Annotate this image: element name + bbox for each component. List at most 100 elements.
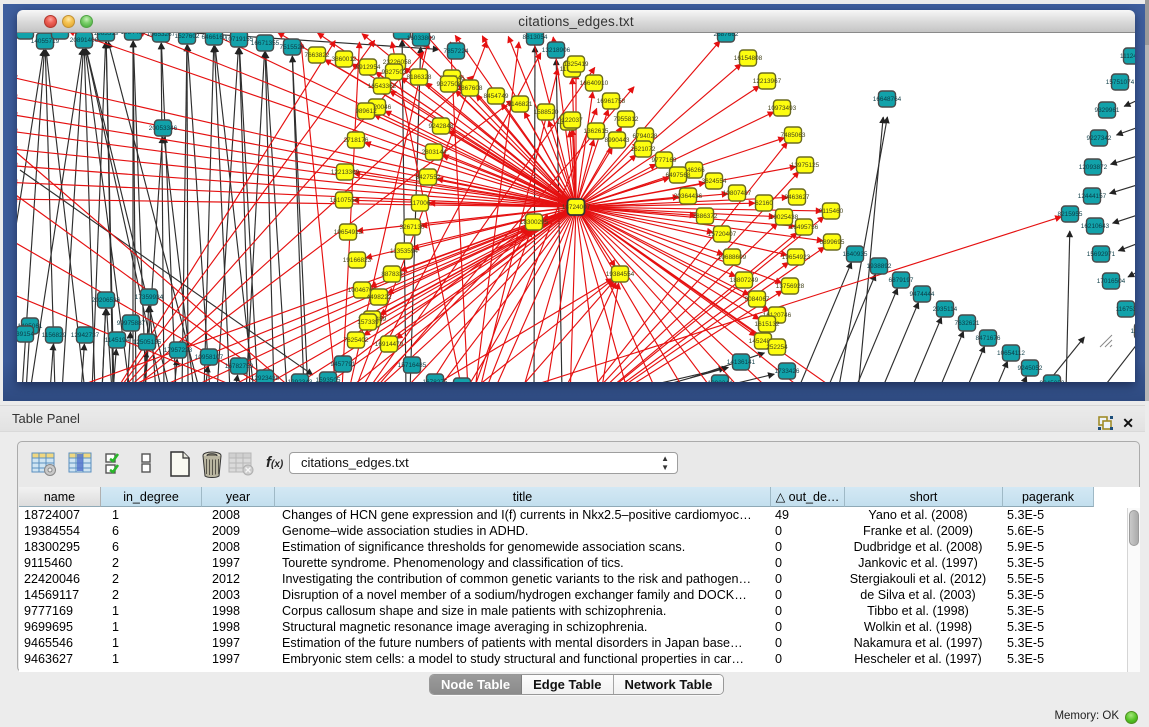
svg-text:252254: 252254 (766, 344, 788, 351)
svg-text:13756928: 13756928 (776, 283, 805, 290)
svg-text:1938892: 1938892 (867, 263, 892, 270)
svg-text:18724007: 18724007 (562, 204, 591, 211)
svg-text:16671355: 16671355 (251, 40, 280, 47)
svg-text:9777169: 9777169 (652, 157, 677, 164)
svg-text:11353594: 11353594 (390, 248, 418, 255)
svg-text:6899695: 6899695 (820, 239, 845, 246)
svg-text:10688609: 10688609 (718, 254, 747, 261)
svg-text:6794028: 6794028 (633, 133, 658, 140)
svg-text:9457791: 9457791 (331, 361, 356, 368)
svg-text:989612: 989612 (355, 108, 377, 115)
svg-text:9115460: 9115460 (819, 208, 844, 215)
svg-text:2687662: 2687662 (714, 33, 739, 38)
svg-text:12093872: 12093872 (1079, 164, 1108, 171)
svg-text:2718176: 2718176 (344, 137, 369, 144)
svg-text:8427552: 8427552 (416, 174, 441, 181)
svg-text:6879197: 6879197 (889, 277, 914, 284)
svg-text:1362615: 1362615 (584, 128, 609, 135)
svg-text:20891406: 20891406 (70, 37, 99, 44)
svg-text:1527602: 1527602 (175, 33, 200, 40)
svg-text:1733426: 1733426 (775, 368, 800, 375)
svg-text:39154: 39154 (17, 331, 34, 338)
svg-text:1156829: 1156829 (42, 332, 67, 339)
svg-text:9327503: 9327503 (382, 69, 407, 76)
svg-text:12505135: 12505135 (133, 339, 162, 346)
svg-text:16107554: 16107554 (330, 197, 359, 204)
svg-text:3860012: 3860012 (332, 56, 357, 63)
svg-text:8813054: 8813054 (523, 34, 548, 41)
svg-text:7663822: 7663822 (305, 52, 330, 59)
svg-text:8454749: 8454749 (484, 93, 509, 100)
svg-text:7857224: 7857224 (444, 48, 469, 55)
svg-text:15716485: 15716485 (398, 362, 427, 369)
svg-text:10807487: 10807487 (723, 190, 752, 197)
svg-text:157339: 157339 (357, 319, 379, 326)
svg-text:7886372: 7886372 (693, 213, 718, 220)
svg-text:117006: 117006 (410, 200, 431, 207)
svg-text:1615132: 1615132 (755, 321, 780, 328)
svg-text:10025438: 10025438 (770, 214, 799, 221)
svg-text:7955812: 7955812 (614, 116, 639, 123)
svg-text:1292344: 1292344 (708, 380, 733, 382)
svg-text:9245053: 9245053 (1040, 380, 1065, 382)
svg-text:18807249: 18807249 (730, 277, 759, 284)
svg-text:7515526: 7515526 (280, 44, 305, 51)
svg-text:9227342: 9227342 (1087, 135, 1112, 142)
svg-text:9245052: 9245052 (1018, 365, 1043, 372)
svg-text:16543362: 16543362 (368, 83, 397, 90)
svg-text:16495756: 16495756 (790, 224, 819, 231)
svg-text:2867608: 2867608 (458, 85, 483, 92)
svg-text:12213369: 12213369 (331, 169, 360, 176)
svg-text:887833: 887833 (381, 271, 403, 278)
svg-text:1678275: 1678275 (423, 379, 448, 382)
svg-text:9146821: 9146821 (508, 101, 533, 108)
svg-text:7485063: 7485063 (781, 132, 806, 139)
svg-text:14136141: 14136141 (727, 359, 756, 366)
svg-text:10654112: 10654112 (997, 350, 1025, 357)
svg-text:1984403: 1984403 (121, 33, 146, 36)
svg-text:10958107: 10958107 (195, 354, 224, 361)
svg-text:12444157: 12444157 (1078, 193, 1107, 200)
svg-text:62160: 62160 (755, 200, 773, 207)
svg-text:16640910: 16640910 (580, 80, 609, 87)
svg-text:16914479: 16914479 (375, 341, 404, 348)
svg-text:18300295: 18300295 (520, 219, 549, 226)
svg-text:19654913: 19654913 (334, 229, 363, 236)
svg-text:8215955: 8215955 (1058, 211, 1083, 218)
svg-text:19166823: 19166823 (343, 257, 372, 264)
svg-text:8990443: 8990443 (605, 137, 630, 144)
svg-text:1063519: 1063519 (94, 33, 119, 37)
svg-text:17957223: 17957223 (164, 347, 193, 354)
svg-text:116753: 116753 (1116, 306, 1135, 313)
svg-text:19384554: 19384554 (606, 271, 635, 278)
svg-text:940557: 940557 (49, 33, 71, 35)
svg-text:13975125: 13975125 (791, 162, 820, 169)
svg-text:1145194: 1145194 (105, 337, 130, 344)
svg-text:16648764: 16648764 (873, 96, 902, 103)
svg-text:1292343: 1292343 (288, 379, 313, 382)
svg-text:9463627: 9463627 (785, 194, 810, 201)
svg-text:19654923: 19654923 (782, 254, 811, 261)
svg-text:17016504: 17016504 (1097, 278, 1126, 285)
svg-text:1325419: 1325419 (564, 61, 589, 68)
svg-text:10973493: 10973493 (768, 105, 797, 112)
svg-text:8471676: 8471676 (976, 335, 1001, 342)
svg-text:10653267: 10653267 (147, 33, 176, 38)
svg-text:9329961: 9329961 (1095, 107, 1120, 114)
svg-text:6497568: 6497568 (666, 172, 691, 179)
svg-text:7625402: 7625402 (344, 337, 369, 344)
svg-text:15751074: 15751074 (1106, 79, 1135, 86)
svg-text:1588520: 1588520 (534, 109, 559, 116)
svg-text:15720407: 15720407 (708, 231, 737, 238)
svg-text:8912954: 8912954 (356, 64, 381, 71)
svg-text:3267130: 3267130 (400, 224, 425, 231)
svg-text:1640935: 1640935 (843, 251, 868, 258)
svg-text:6466160: 6466160 (202, 34, 227, 41)
svg-text:122037: 122037 (561, 117, 583, 124)
svg-text:13218906: 13218906 (542, 47, 571, 54)
svg-text:1593505: 1593505 (316, 377, 341, 382)
svg-text:99975887: 99975887 (117, 320, 146, 327)
svg-text:16033809: 16033809 (407, 35, 436, 42)
svg-text:10719155: 10719155 (225, 36, 254, 43)
svg-text:20206536: 20206536 (92, 297, 121, 304)
